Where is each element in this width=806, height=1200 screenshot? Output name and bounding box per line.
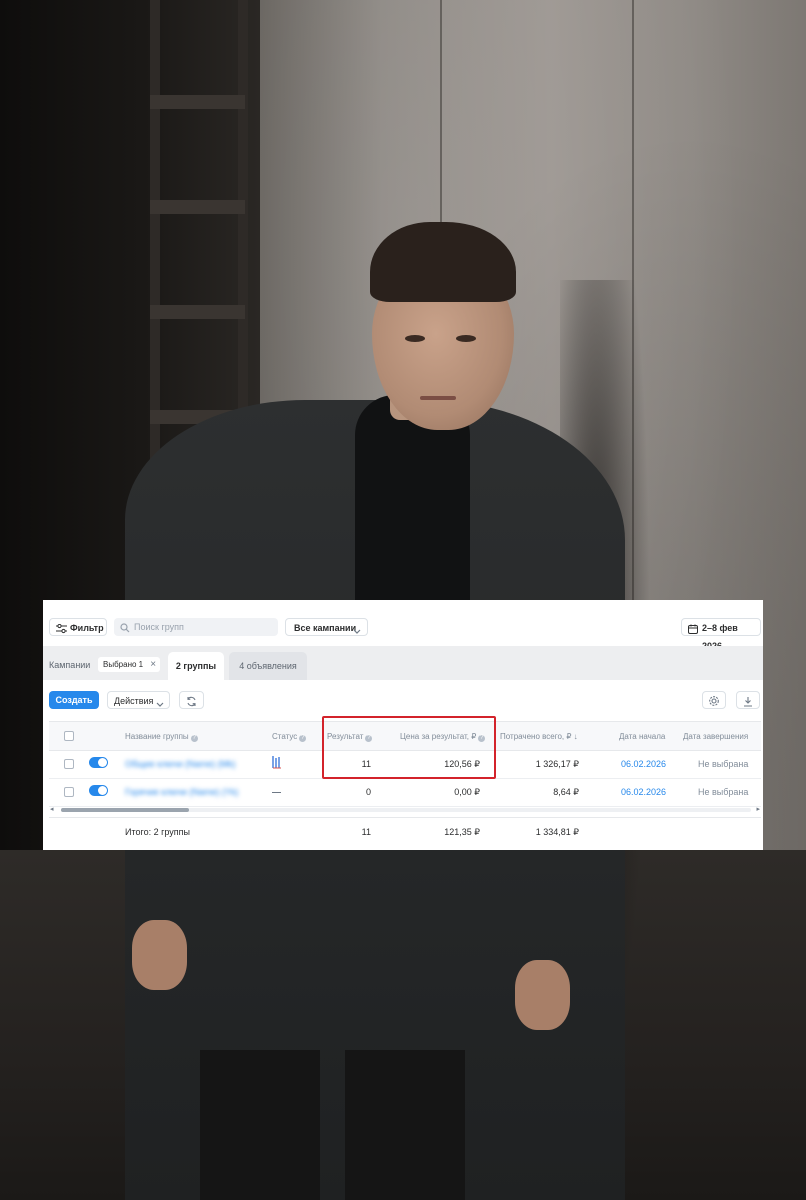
selected-badge: Выбрано 1 × xyxy=(98,657,161,672)
row-cost-per-result: 120,56 ₽ xyxy=(444,759,480,769)
header-name[interactable]: Название группы? xyxy=(125,732,198,742)
date-range-button[interactable]: 2–8 фев 2026 xyxy=(681,618,761,651)
campaigns-select-value: Все кампании xyxy=(294,623,357,633)
row-result: 0 xyxy=(365,787,371,797)
horizontal-scrollbar[interactable]: ◂ ▸ xyxy=(49,806,761,814)
table-row[interactable]: Общие ключи (Name) (Mk) 11 120,56 ₽ 1 32… xyxy=(49,750,761,779)
group-toggle[interactable] xyxy=(89,757,108,768)
status-icon xyxy=(271,754,283,772)
tab-campaigns[interactable]: Кампании xyxy=(49,660,90,670)
ladder-rung xyxy=(150,95,245,109)
row-start-date[interactable]: 06.02.2026 xyxy=(621,787,666,797)
campaigns-select[interactable]: Все кампании xyxy=(285,618,368,636)
refresh-icon xyxy=(186,695,197,713)
row-spent: 8,64 ₽ xyxy=(553,787,579,797)
help-icon[interactable]: ? xyxy=(478,735,486,742)
scroll-right-icon[interactable]: ▸ xyxy=(756,805,760,813)
trouser-leg xyxy=(200,1050,320,1200)
header-start-date[interactable]: Дата начала xyxy=(619,732,665,741)
hand xyxy=(132,920,187,990)
create-button[interactable]: Создать xyxy=(49,691,99,709)
header-cost-per-result[interactable]: Цена за результат, ₽? xyxy=(400,732,486,742)
table-row[interactable]: Горячие ключи (Name) (Yk) 0 0,00 ₽ 8,64 … xyxy=(49,778,761,807)
row-start-date[interactable]: 06.02.2026 xyxy=(621,759,666,769)
eye xyxy=(405,335,425,342)
totals-label: Итого: 2 группы xyxy=(125,827,190,837)
gear-icon xyxy=(708,695,720,713)
filter-button[interactable]: Фильтр xyxy=(49,618,107,636)
download-button[interactable] xyxy=(736,691,760,709)
row-checkbox[interactable] xyxy=(64,759,74,769)
help-icon[interactable]: ? xyxy=(365,735,373,742)
select-all-checkbox[interactable] xyxy=(64,731,74,741)
header-status[interactable]: Статус? xyxy=(272,732,307,742)
totals-row: Итого: 2 группы 11 121,35 ₽ 1 334,81 ₽ xyxy=(49,817,761,846)
ladder-rung xyxy=(150,305,245,319)
table-header: Название группы? Статус? Результат? Цена… xyxy=(49,721,761,751)
row-checkbox[interactable] xyxy=(64,787,74,797)
toolbar: Фильтр Поиск групп Все кампании 2–8 фев … xyxy=(43,600,763,651)
eye xyxy=(456,335,476,342)
actions-label: Действия xyxy=(114,696,154,706)
help-icon[interactable]: ? xyxy=(299,735,307,742)
group-name-link[interactable]: Горячие ключи (Name) (Yk) xyxy=(125,787,238,797)
totals-spent: 1 334,81 ₽ xyxy=(535,827,579,837)
row-spent: 1 326,17 ₽ xyxy=(535,759,579,769)
group-name-link[interactable]: Общие ключи (Name) (Mk) xyxy=(125,759,236,769)
settings-button[interactable] xyxy=(702,691,726,709)
group-toggle[interactable] xyxy=(89,785,108,796)
row-result: 11 xyxy=(361,759,371,769)
ladder-rung xyxy=(150,200,245,214)
trouser-leg xyxy=(345,1050,465,1200)
refresh-button[interactable] xyxy=(179,691,204,709)
tab-ads[interactable]: 4 объявления xyxy=(229,652,307,680)
level-tabs: Кампании Выбрано 1 × 2 группы 4 объявлен… xyxy=(43,646,763,680)
totals-result: 11 xyxy=(361,827,371,837)
filter-icon xyxy=(56,622,67,640)
scroll-left-icon[interactable]: ◂ xyxy=(50,805,54,813)
calendar-icon xyxy=(688,622,698,640)
ads-manager-panel: Фильтр Поиск групп Все кампании 2–8 фев … xyxy=(43,600,763,850)
chevron-down-icon xyxy=(353,623,361,641)
totals-cost-per-result: 121,35 ₽ xyxy=(444,827,480,837)
search-placeholder: Поиск групп xyxy=(134,622,184,632)
header-spent[interactable]: Потрачено всего, ₽ ↓ xyxy=(500,732,578,741)
header-status-label: Статус xyxy=(272,732,298,741)
search-input[interactable]: Поиск групп xyxy=(114,618,278,636)
chevron-down-icon xyxy=(156,696,164,714)
help-icon[interactable]: ? xyxy=(190,735,198,742)
header-name-label: Название группы xyxy=(125,732,189,741)
actions-bar: Создать Действия xyxy=(43,680,763,720)
download-icon xyxy=(743,695,753,713)
actions-select[interactable]: Действия xyxy=(107,691,170,709)
header-end-date[interactable]: Дата завершения xyxy=(683,732,748,741)
mouth xyxy=(420,396,456,400)
tab-groups[interactable]: 2 группы xyxy=(168,652,224,680)
header-cost-label: Цена за результат, ₽ xyxy=(400,732,477,741)
search-icon xyxy=(120,621,130,639)
scroll-thumb[interactable] xyxy=(61,808,189,812)
selected-badge-label: Выбрано 1 xyxy=(103,660,144,669)
header-result-label: Результат xyxy=(327,732,364,741)
close-icon[interactable]: × xyxy=(150,657,156,672)
hand xyxy=(515,960,570,1030)
row-end-date: Не выбрана xyxy=(698,787,749,797)
filter-label: Фильтр xyxy=(70,623,104,633)
row-cost-per-result: 0,00 ₽ xyxy=(454,787,480,797)
header-result[interactable]: Результат? xyxy=(327,732,373,742)
row-end-date: Не выбрана xyxy=(698,759,749,769)
status-icon xyxy=(272,792,281,793)
